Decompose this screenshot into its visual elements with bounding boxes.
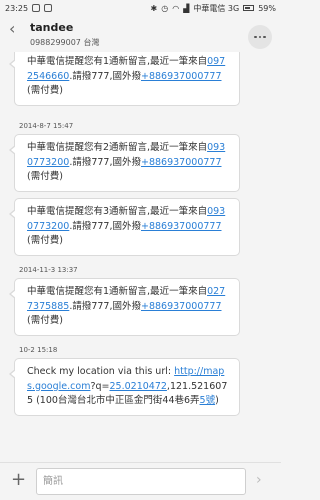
message-bubble[interactable]: 中華電信提醒您有1通新留言,最近一筆來自0277375885.請撥777,國外撥… [9, 278, 240, 336]
wifi-icon: ◠ [172, 3, 180, 13]
message-timestamp: 10-2 15:18 [19, 346, 58, 354]
more-options-button[interactable] [248, 25, 272, 49]
screenshot-icon [44, 4, 53, 12]
message-bubble[interactable]: 中華電信提醒您有3通新留言,最近一筆來自0930773200.請撥777,國外撥… [9, 198, 240, 256]
message-text: ?q= [90, 380, 110, 392]
message-input[interactable] [36, 468, 246, 495]
message-text: .請撥777,國外撥 [69, 70, 141, 82]
signal-icon: ▟ [183, 3, 190, 13]
message-text: 中華電信提醒您有1通新留言,最近一筆來自 [27, 286, 208, 297]
chevron-left-icon: ‹ [9, 19, 16, 38]
message-text: (需付費) [27, 315, 63, 326]
message-bubble[interactable]: 中華電信提醒您有2通新留言,最近一筆來自0930773200.請撥777,國外撥… [9, 134, 240, 192]
phone-link[interactable]: +886937000777 [141, 71, 222, 82]
contact-number: 0988299007 台灣 [30, 38, 100, 47]
status-battery: 59% [258, 3, 276, 13]
status-bar: 23:25 ✱ ◷ ◠ ▟ 中華電信 3G 59% [0, 0, 281, 16]
message-text: (需付費) [27, 85, 63, 96]
message-text: (需付費) [27, 235, 63, 246]
message-composer: + › [0, 462, 281, 500]
message-timestamp: 2014-11-3 13:37 [19, 266, 78, 274]
message-bubble[interactable]: Check my location via this url: http://m… [9, 358, 240, 416]
message-thread[interactable]: 中華電信提醒您有1通新留言,最近一筆來自0972546660.請撥777,國外撥… [0, 52, 281, 462]
send-arrow-icon: › [256, 472, 262, 488]
message-text: 中華電信提醒您有2通新留言,最近一筆來自 [27, 142, 208, 153]
more-dot [254, 35, 257, 39]
message-text: 中華電信提醒您有1通新留言,最近一筆來自 [27, 56, 208, 67]
phone-link[interactable]: +886937000777 [141, 157, 222, 168]
message-text: .請撥777,國外撥 [69, 220, 141, 232]
message-text: Check my location via this url: [27, 366, 175, 377]
coordinate-link[interactable]: 25.0210472 [110, 381, 167, 392]
message-text: 中華電信提醒您有3通新留言,最近一筆來自 [27, 206, 208, 217]
bluetooth-icon: ✱ [150, 3, 158, 13]
message-text: ) [215, 395, 219, 406]
status-time: 23:25 [5, 3, 29, 13]
message-timestamp: 2014-8-7 15:47 [19, 122, 74, 130]
message-text: .請撥777,國外撥 [69, 156, 141, 168]
conversation-header: ‹ tandee 0988299007 台灣 [0, 16, 281, 52]
address-link[interactable]: 5號 [200, 395, 216, 406]
message-text: (需付費) [27, 171, 63, 182]
status-carrier: 中華電信 3G [193, 3, 240, 13]
contact-name[interactable]: tandee [30, 21, 73, 34]
notification-icon [32, 4, 41, 12]
message-bubble[interactable]: 中華電信提醒您有1通新留言,最近一筆來自0972546660.請撥777,國外撥… [9, 52, 240, 106]
back-button[interactable]: ‹ [9, 21, 23, 37]
more-dot [263, 35, 266, 39]
alarm-icon: ◷ [161, 3, 169, 13]
phone-link[interactable]: +886937000777 [141, 301, 222, 312]
attach-button[interactable]: + [11, 469, 26, 490]
battery-icon [243, 5, 255, 11]
phone-link[interactable]: +886937000777 [141, 221, 222, 232]
more-dot [258, 35, 262, 39]
send-button[interactable]: › [256, 472, 262, 488]
message-text: .請撥777,國外撥 [69, 300, 141, 312]
plus-icon: + [11, 469, 27, 490]
